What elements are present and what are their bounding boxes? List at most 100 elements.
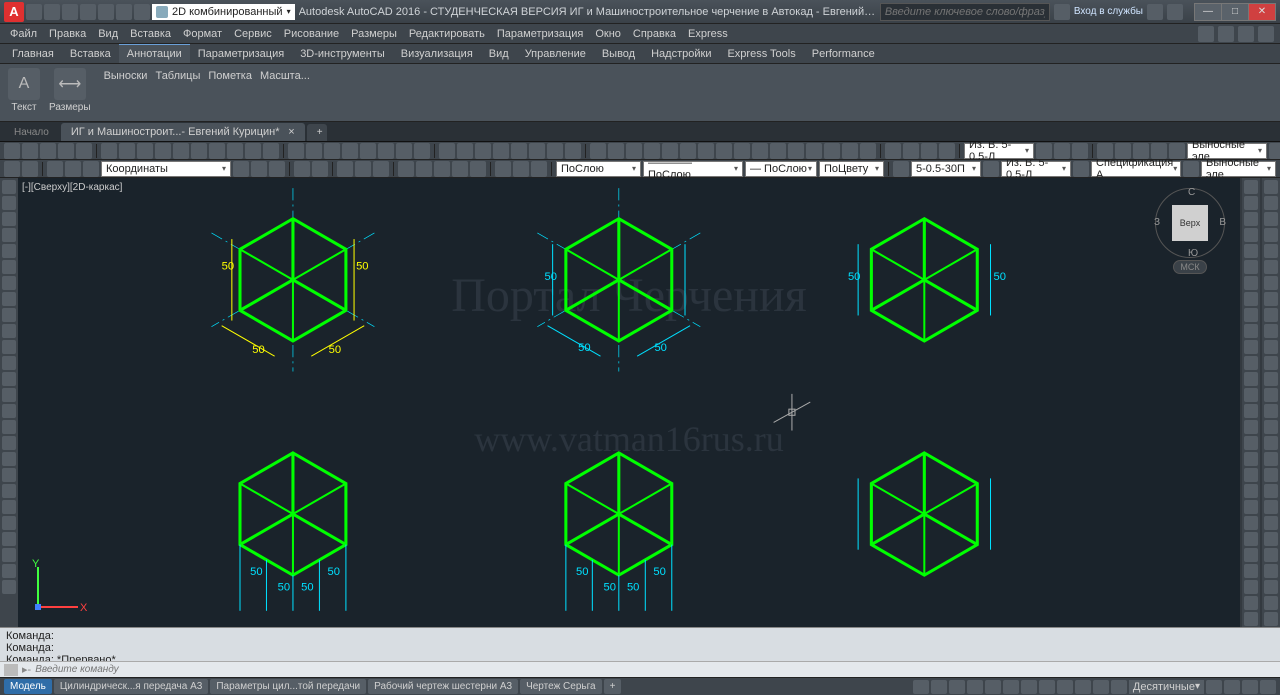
ribbon-tab[interactable]: Визуализация	[393, 45, 481, 63]
toolbar-icon[interactable]	[1244, 324, 1258, 338]
toolbar-icon[interactable]	[4, 161, 20, 177]
toolbar-icon[interactable]	[513, 161, 529, 177]
menu-express[interactable]: Express	[682, 26, 734, 42]
toolbar-icon[interactable]	[716, 143, 732, 159]
toolbar-icon[interactable]	[155, 143, 171, 159]
toolbar-icon[interactable]	[2, 516, 16, 530]
toolbar-icon[interactable]	[788, 143, 804, 159]
toolbar-icon[interactable]	[2, 180, 16, 194]
toolbar-icon[interactable]	[1264, 244, 1278, 258]
toolbar-icon[interactable]	[1244, 596, 1258, 610]
minimize-button[interactable]: —	[1194, 3, 1222, 21]
toolbar-icon[interactable]	[396, 143, 412, 159]
toolbar-icon[interactable]	[1169, 143, 1185, 159]
drawing-canvas[interactable]: 50 50 50 50 50 50 50	[18, 178, 1240, 627]
toolbar-icon[interactable]	[2, 548, 16, 562]
toolbar-icon[interactable]	[288, 143, 304, 159]
status-icon[interactable]	[1021, 680, 1037, 694]
layout-tab[interactable]: Параметры цил...той передачи	[210, 679, 366, 694]
toolbar-icon[interactable]	[101, 143, 117, 159]
text-icon[interactable]: A	[8, 68, 40, 100]
toolbar-combo[interactable]: ПоСлою▾	[556, 161, 641, 177]
toolbar-icon[interactable]	[1244, 500, 1258, 514]
toolbar-icon[interactable]	[245, 143, 261, 159]
ribbon-link[interactable]: Пометка	[208, 70, 252, 82]
status-icon[interactable]	[1075, 680, 1091, 694]
status-icon[interactable]	[1003, 680, 1019, 694]
toolbar-icon[interactable]	[191, 143, 207, 159]
toolbar-icon[interactable]	[373, 161, 389, 177]
toolbar-icon[interactable]	[680, 143, 696, 159]
toolbar-icon[interactable]	[1264, 356, 1278, 370]
toolbar-icon[interactable]	[1244, 484, 1258, 498]
toolbar-icon[interactable]	[2, 372, 16, 386]
save-icon[interactable]	[62, 4, 78, 20]
menu-help[interactable]: Справка	[627, 26, 682, 42]
menu-edit[interactable]: Правка	[43, 26, 92, 42]
status-icon[interactable]	[1039, 680, 1055, 694]
toolbar-icon[interactable]	[2, 276, 16, 290]
toolbar-icon[interactable]	[342, 143, 358, 159]
status-icon[interactable]	[931, 680, 947, 694]
toolbar-combo[interactable]: 5-0.5-30П▾	[911, 161, 981, 177]
toolbar-icon[interactable]	[903, 143, 919, 159]
toolbar-icon[interactable]	[457, 143, 473, 159]
units-combo[interactable]: Десятичные ▾	[1129, 680, 1204, 694]
menu-file[interactable]: Файл	[4, 26, 43, 42]
toolbar-icon[interactable]	[378, 143, 394, 159]
menu-dim[interactable]: Размеры	[345, 26, 403, 42]
toolbar-icon[interactable]	[2, 212, 16, 226]
toolbar-icon[interactable]	[2, 436, 16, 450]
toolbar-icon[interactable]	[770, 143, 786, 159]
toolbar-icon[interactable]	[1244, 308, 1258, 322]
toolbar-icon[interactable]	[83, 161, 99, 177]
menu-tools[interactable]: Сервис	[228, 26, 278, 42]
toolbar-icon[interactable]	[1244, 372, 1258, 386]
toolbar-icon[interactable]	[1264, 292, 1278, 306]
menu-draw[interactable]: Рисование	[278, 26, 345, 42]
toolbar-icon[interactable]	[1244, 404, 1258, 418]
toolbar-icon[interactable]	[1244, 212, 1258, 226]
toolbar-icon[interactable]	[893, 161, 909, 177]
toolbar-icon[interactable]	[921, 143, 937, 159]
toolbar-icon[interactable]	[1264, 340, 1278, 354]
toolbar-row-icon[interactable]	[1238, 26, 1254, 42]
toolbar-icon[interactable]	[590, 143, 606, 159]
toolbar-icon[interactable]	[312, 161, 328, 177]
toolbar-combo[interactable]: Из. В. 5-0.5-Л▾	[1001, 161, 1071, 177]
toolbar-combo[interactable]: Координаты▾	[101, 161, 231, 177]
wcs-label[interactable]: МСК	[1173, 260, 1206, 274]
status-icon[interactable]	[1260, 680, 1276, 694]
viewcube-face[interactable]: Верх	[1172, 205, 1208, 241]
close-button[interactable]: ✕	[1248, 3, 1276, 21]
toolbar-icon[interactable]	[2, 484, 16, 498]
toolbar-icon[interactable]	[1244, 228, 1258, 242]
toolbar-icon[interactable]	[2, 244, 16, 258]
toolbar-icon[interactable]	[1054, 143, 1070, 159]
toolbar-icon[interactable]	[1264, 468, 1278, 482]
toolbar-icon[interactable]	[2, 420, 16, 434]
toolbar-icon[interactable]	[65, 161, 81, 177]
saveas-icon[interactable]	[80, 4, 96, 20]
toolbar-icon[interactable]	[493, 143, 509, 159]
toolbar-icon[interactable]	[416, 161, 432, 177]
ribbon-tab[interactable]: Управление	[517, 45, 594, 63]
new-icon[interactable]	[26, 4, 42, 20]
drawing-area[interactable]: [-][Сверху][2D-каркас] Портал Черчения w…	[18, 178, 1240, 627]
toolbar-icon[interactable]	[824, 143, 840, 159]
toolbar-icon[interactable]	[1264, 452, 1278, 466]
ribbon-tab-active[interactable]: Аннотации	[119, 44, 190, 63]
toolbar-icon[interactable]	[209, 143, 225, 159]
toolbar-icon[interactable]	[1183, 161, 1199, 177]
toolbar-icon[interactable]	[1244, 260, 1258, 274]
toolbar-icon[interactable]	[1244, 356, 1258, 370]
toolbar-icon[interactable]	[806, 143, 822, 159]
toolbar-icon[interactable]	[1244, 340, 1258, 354]
model-tab[interactable]: Модель	[4, 679, 52, 694]
toolbar-icon[interactable]	[2, 356, 16, 370]
toolbar-icon[interactable]	[626, 143, 642, 159]
toolbar-icon[interactable]	[1151, 143, 1167, 159]
toolbar-icon[interactable]	[1244, 244, 1258, 258]
layout-tab[interactable]: Рабочий чертеж шестерни А3	[368, 679, 518, 694]
menu-insert[interactable]: Вставка	[124, 26, 177, 42]
